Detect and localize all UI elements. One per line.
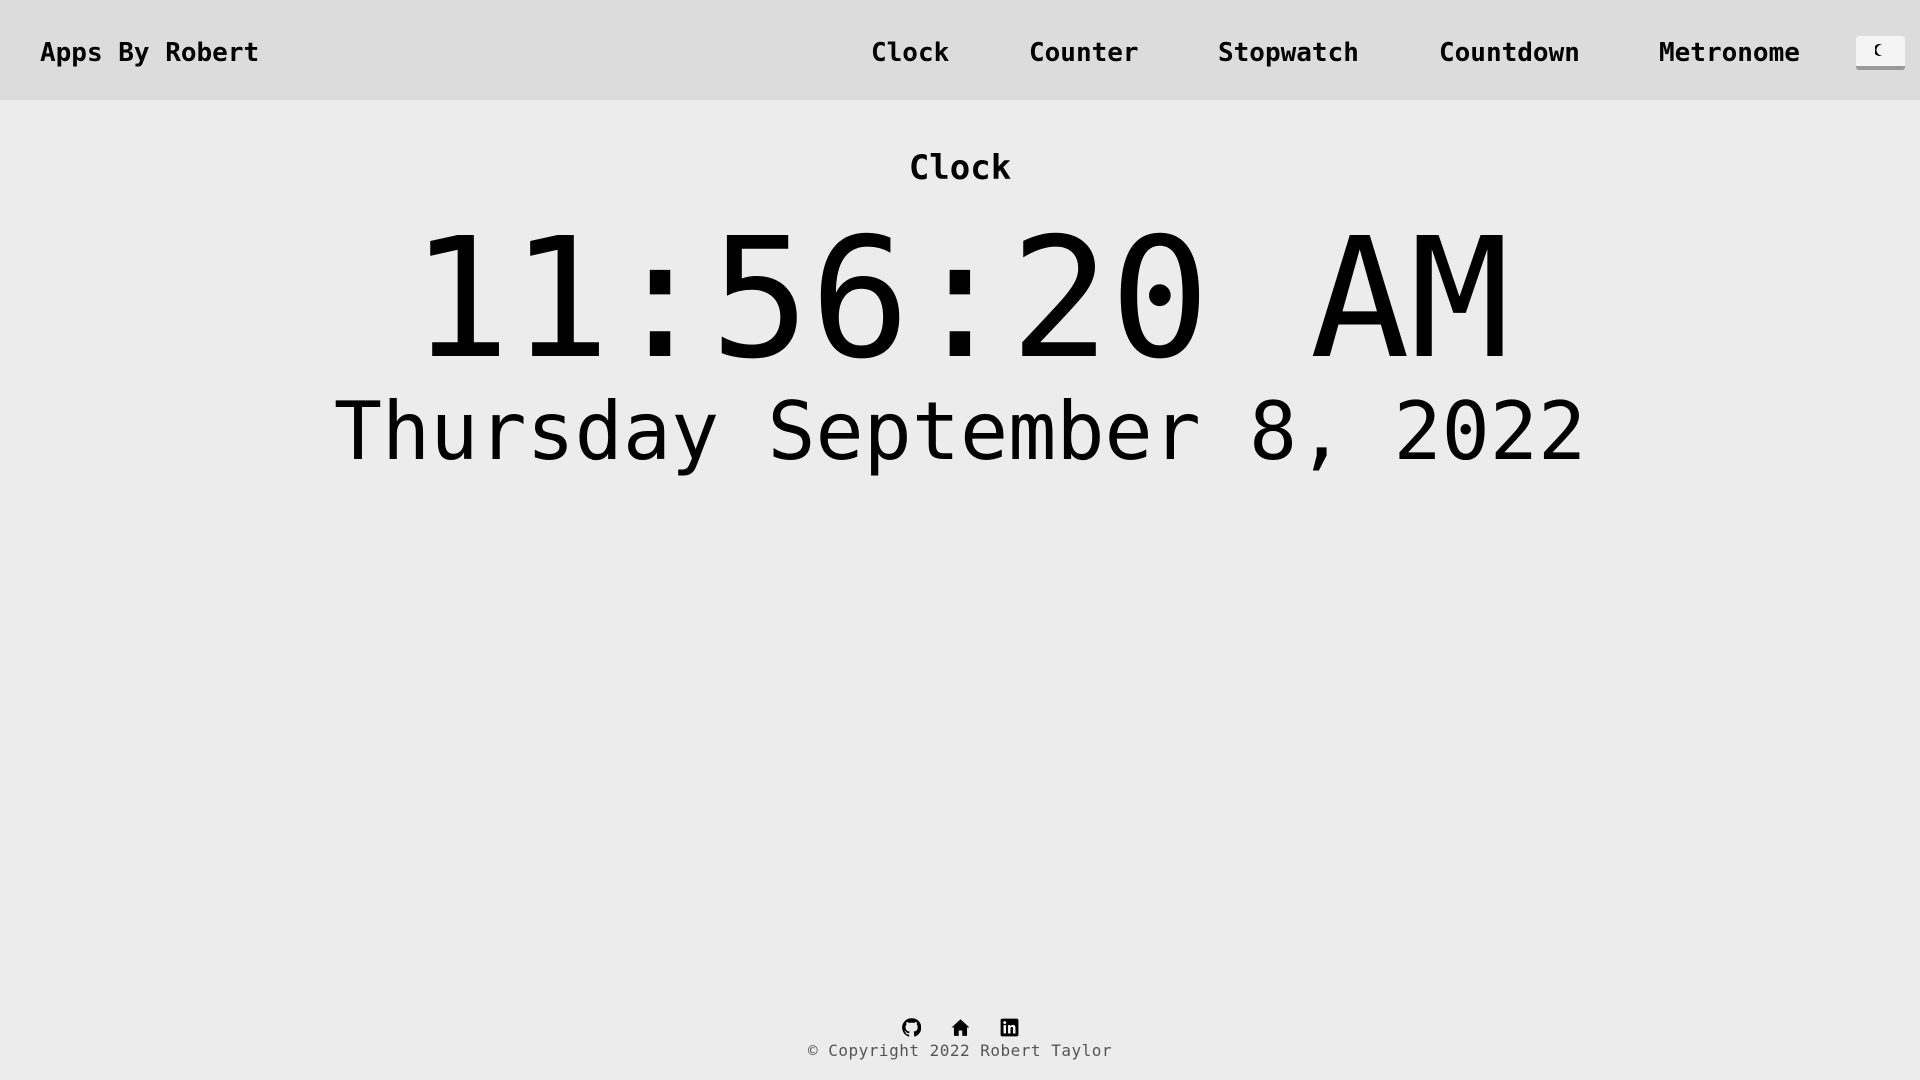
github-icon[interactable] (901, 1018, 921, 1037)
moon-icon (1875, 44, 1882, 56)
clock-date-display: Thursday September 8, 2022 (333, 385, 1587, 478)
brand-logo-text[interactable]: Apps By Robert (40, 38, 259, 68)
footer-copyright: © Copyright 2022 Robert Taylor (808, 1041, 1112, 1060)
nav-link-stopwatch[interactable]: Stopwatch (1218, 38, 1359, 68)
clock-time-display: 11:56:20 AM (410, 203, 1510, 396)
nav-link-countdown[interactable]: Countdown (1439, 38, 1580, 68)
theme-toggle-button[interactable] (1856, 36, 1905, 70)
nav-link-metronome[interactable]: Metronome (1659, 38, 1800, 68)
page-title: Clock (908, 148, 1012, 188)
top-navbar: Apps By Robert Clock Counter Stopwatch C… (0, 0, 1920, 100)
footer-social-links (0, 1018, 1920, 1037)
home-icon[interactable] (951, 1018, 970, 1037)
linkedin-icon[interactable] (1000, 1018, 1019, 1037)
nav-link-counter[interactable]: Counter (1029, 38, 1139, 68)
nav-link-clock[interactable]: Clock (871, 38, 949, 68)
